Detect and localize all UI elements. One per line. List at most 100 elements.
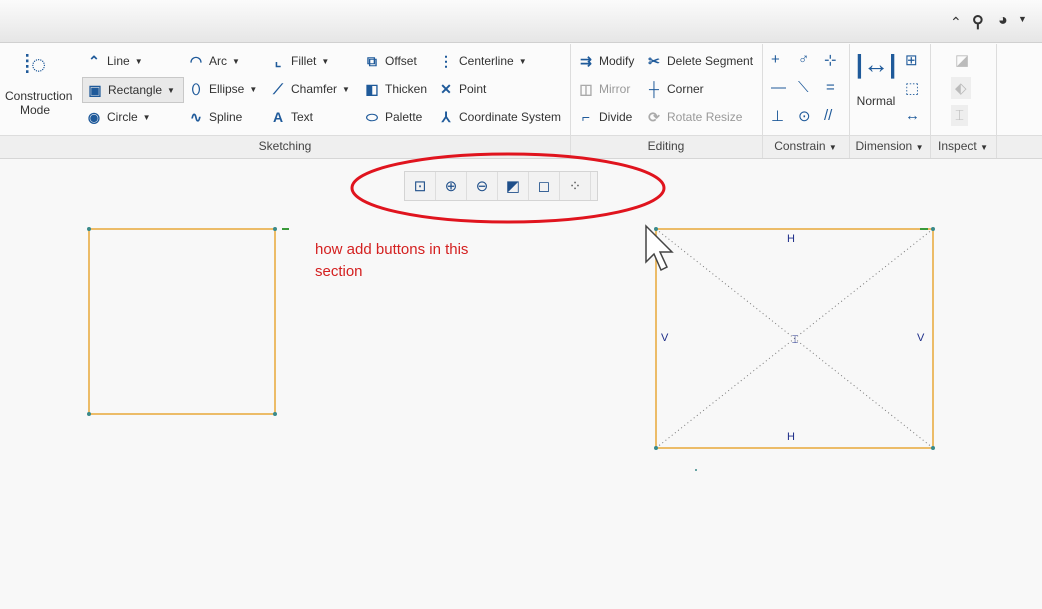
dropdown-icon[interactable]: ▼ — [232, 57, 240, 66]
display-style-button[interactable]: ◻ — [529, 172, 560, 200]
mirror-button[interactable]: ◫ Mirror — [578, 79, 630, 99]
vertical-constraint-label: V — [661, 332, 669, 344]
rectangle-button[interactable]: ▣ Rectangle ▼ — [82, 77, 184, 103]
dropdown-icon[interactable]: ▼ — [143, 113, 151, 122]
centerline-icon: ⋮ — [439, 52, 453, 69]
shade-closed-loops-icon[interactable]: ⌶ — [951, 105, 969, 126]
symmetric-constraint-marker: ⌶ — [792, 334, 799, 346]
label: Palette — [385, 110, 423, 124]
horizontal-constraint-icon[interactable]: — — [771, 79, 786, 96]
ellipse-button[interactable]: ⬯ Ellipse ▼ — [188, 79, 258, 99]
label: Corner — [667, 82, 704, 96]
construction-mode-label: Construction Mode — [5, 89, 73, 117]
coincident-constraint-icon[interactable]: ⟍ — [798, 79, 809, 96]
chamfer-icon: ⟋ — [273, 80, 283, 97]
offset-button[interactable]: ⧉ Offset — [364, 51, 417, 71]
thicken-icon: ◧ — [365, 80, 379, 97]
highlight-open-ends-icon[interactable]: ⬖ — [951, 77, 971, 99]
construction-diagonal — [655, 228, 934, 449]
perimeter-dimension-icon[interactable]: ⊞ — [905, 51, 918, 69]
label: Modify — [599, 54, 635, 68]
dropdown-icon[interactable]: ▼ — [167, 86, 175, 95]
midpoint-constraint-icon[interactable]: ⊹ — [824, 51, 837, 69]
zoom-in-button[interactable]: ⊕ — [436, 172, 467, 200]
label: Fillet — [291, 54, 317, 68]
rotate-resize-button[interactable]: ⟳ Rotate Resize — [646, 107, 742, 127]
vertical-constraint-icon[interactable]: + — [771, 51, 780, 68]
dropdown-icon[interactable]: ▼ — [342, 85, 350, 94]
label: Spline — [209, 110, 243, 124]
label: Ellipse — [209, 82, 245, 96]
coordinate-system-button[interactable]: ⅄ Coordinate System — [438, 107, 561, 127]
dropdown-icon[interactable]: ▼ — [249, 85, 257, 94]
perpendicular-constraint-icon[interactable]: ⊥ — [771, 107, 784, 125]
mirror-icon: ◫ — [579, 80, 593, 97]
sketch-square — [88, 228, 276, 415]
group-dimension-menu[interactable]: Dimension ▼ — [849, 139, 930, 153]
sketcher-display-filters-button[interactable]: ⁘ — [560, 172, 591, 200]
label: Text — [291, 110, 314, 124]
coordinate-system-icon: ⅄ — [441, 108, 451, 125]
overlapping-geometry-icon[interactable]: ◪ — [955, 51, 969, 69]
help-icon[interactable]: ◕ — [998, 12, 1008, 30]
circle-button[interactable]: ◉ Circle ▼ — [86, 107, 151, 127]
title-bar: ⌃ ⚲ ◕ ▼ — [0, 0, 1042, 43]
rotate-resize-icon: ⟳ — [648, 108, 660, 125]
divide-icon: ⌐ — [581, 109, 591, 125]
label: Inspect — [938, 139, 977, 153]
annotation-text: how add buttons in this section — [315, 241, 469, 280]
centerline-button[interactable]: ⋮ Centerline ▼ — [438, 51, 527, 71]
normal-dimension-button[interactable]: |↔| Normal — [854, 49, 898, 108]
text-icon: A — [272, 109, 284, 125]
baseline-dimension-icon[interactable]: ↔ — [905, 107, 920, 124]
search-icon[interactable]: ⚲ — [972, 12, 984, 32]
line-button[interactable]: ⌃ Line ▼ — [86, 51, 143, 71]
text-button[interactable]: A Text — [270, 107, 313, 127]
label: Coordinate System — [459, 110, 562, 124]
equal-constraint-icon[interactable]: = — [826, 79, 835, 96]
label: Offset — [385, 54, 417, 68]
dropdown-icon[interactable]: ▼ — [519, 57, 527, 66]
dropdown-icon[interactable]: ▼ — [321, 57, 329, 66]
label: Rotate Resize — [667, 110, 743, 124]
horizontal-constraint-label: H — [787, 233, 795, 245]
vertical-constraint-label: V — [917, 332, 925, 344]
label: Thicken — [385, 82, 428, 96]
construction-mode-button[interactable]: ⁞◌ Construction Mode — [0, 49, 73, 117]
reference-dimension-icon[interactable]: ⬚ — [905, 79, 919, 97]
help-dropdown-icon[interactable]: ▼ — [1018, 14, 1027, 24]
zoom-out-button[interactable]: ⊖ — [467, 172, 498, 200]
group-constrain-menu[interactable]: Constrain ▼ — [762, 139, 849, 153]
fillet-button[interactable]: ⌞ Fillet ▼ — [270, 51, 330, 71]
divide-button[interactable]: ⌐ Divide — [578, 107, 632, 127]
horizontal-constraint-label: H — [787, 431, 795, 443]
spline-button[interactable]: ∿ Spline — [188, 107, 242, 127]
label: Delete Segment — [667, 54, 754, 68]
construction-mode-icon: ⁞◌ — [23, 49, 47, 79]
corner-button[interactable]: ┼ Corner — [646, 79, 704, 99]
repaint-button[interactable]: ◩ — [498, 172, 529, 200]
parallel-constraint-icon[interactable]: // — [824, 107, 832, 124]
label: Point — [459, 82, 487, 96]
label: Constrain — [774, 139, 826, 153]
dropdown-icon[interactable]: ▼ — [135, 57, 143, 66]
ellipse-icon: ⬯ — [191, 80, 201, 97]
refit-button[interactable]: ⊡ — [405, 172, 436, 200]
group-inspect-menu[interactable]: Inspect ▼ — [930, 139, 996, 153]
label: Centerline — [459, 54, 514, 68]
thicken-button[interactable]: ◧ Thicken — [364, 79, 427, 99]
tangent-constraint-icon[interactable]: ♂ — [798, 51, 809, 68]
modify-button[interactable]: ⇉ Modify — [578, 51, 634, 71]
label: Line — [107, 54, 130, 68]
point-icon: ✕ — [440, 80, 452, 97]
arc-button[interactable]: ◠ Arc ▼ — [188, 51, 240, 71]
fillet-icon: ⌞ — [274, 52, 282, 69]
arc-icon: ◠ — [189, 52, 203, 69]
symmetric-constraint-icon[interactable]: ⊙ — [798, 107, 811, 125]
palette-button[interactable]: ⬭ Palette — [364, 107, 422, 127]
label: Mirror — [599, 82, 631, 96]
point-button[interactable]: ✕ Point — [438, 79, 486, 99]
delete-segment-button[interactable]: ✂ Delete Segment — [646, 51, 753, 71]
chamfer-button[interactable]: ⟋ Chamfer ▼ — [270, 79, 350, 99]
collapse-ribbon-icon[interactable]: ⌃ — [950, 14, 962, 31]
